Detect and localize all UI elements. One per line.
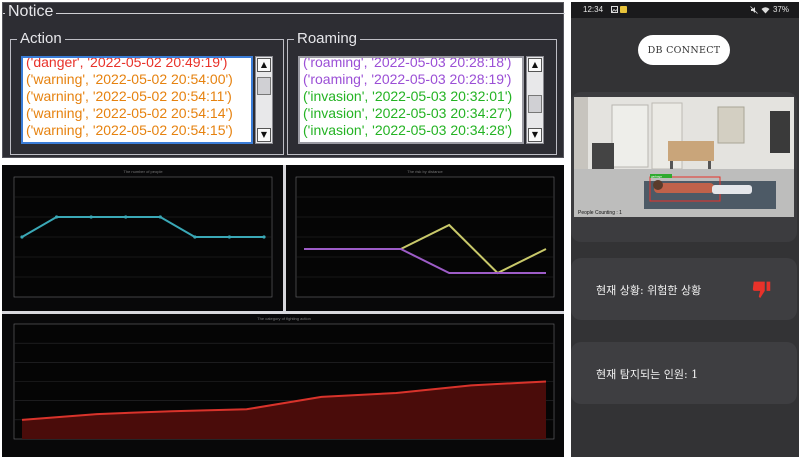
roaming-log-list[interactable]: ('roaming', '2022-05-03 20:28:18') ('roam… [298, 56, 524, 144]
scroll-up-button[interactable]: ▲ [257, 58, 271, 72]
roaming-log-item[interactable]: ('invasion', '2022-05-03 20:34:27') [300, 105, 512, 122]
db-connect-button[interactable]: DB CONNECT [638, 35, 730, 65]
action-log-item[interactable]: ('warning', '2022-05-02 20:54:11') [23, 88, 233, 105]
action-log-item[interactable]: ('warning', '2022-05-02 20:54:14') [23, 105, 233, 122]
status-bar: 12:34 37% [571, 2, 799, 18]
data-point [158, 215, 162, 219]
thumbs-down-icon [752, 281, 771, 299]
triangle-down-icon: ▼ [260, 130, 268, 139]
chart-title: The number of people [123, 169, 163, 174]
app-notification-icon [620, 6, 627, 13]
roaming-title: Roaming [294, 30, 361, 48]
camera-feed: garbage People Counting : 1 [574, 97, 794, 217]
action-log-item[interactable]: ('warning', '2022-05-02 20:54:00') [23, 71, 233, 88]
notice-panel: Notice Action ('danger', '2022-05-02 20:… [2, 2, 565, 158]
data-point [227, 235, 232, 239]
triangle-up-icon: ▲ [260, 60, 268, 69]
image-notification-icon [611, 6, 618, 13]
camera-scene-image: garbage [574, 97, 794, 217]
action-log-item[interactable]: ('warning', '2022-05-02 20:54:15') [23, 122, 233, 139]
chart-divider-vertical [283, 165, 286, 313]
data-point [193, 235, 197, 239]
fighting-action-chart: The category of fighting action [2, 314, 564, 457]
phone-app: 12:34 37% DB CONNECT garbage People Coun… [571, 2, 799, 457]
roaming-log-item[interactable]: ('roaming', '2022-05-03 20:28:19') [300, 71, 512, 88]
action-scrollbar[interactable]: ▲ ▼ [255, 56, 273, 144]
status-card: 현재 상황: 위험한 상황 [571, 258, 797, 320]
charts-panel: The number of people The risk by distanc… [2, 165, 564, 457]
people-counting-caption: People Counting : 1 [578, 210, 622, 216]
action-title: Action [17, 30, 65, 48]
risk-distance-chart-svg: The risk by distance [295, 169, 555, 298]
data-point [20, 235, 24, 239]
wifi-icon [761, 7, 770, 14]
action-group: Action ('danger', '2022-05-02 20:49:19')… [10, 30, 284, 155]
roaming-group: Roaming ('roaming', '2022-05-03 20:28:18… [287, 30, 557, 155]
status-right: 37% [750, 2, 789, 18]
screenshot-root: Notice Action ('danger', '2022-05-02 20:… [0, 0, 801, 459]
situation-text: 현재 상황: 위험한 상황 [596, 284, 702, 297]
data-point [124, 215, 128, 219]
chart-title: The category of fighting action [257, 316, 311, 321]
scroll-down-button[interactable]: ▼ [257, 128, 271, 142]
scroll-up-button[interactable]: ▲ [528, 58, 542, 72]
chart-title: The risk by distance [407, 169, 443, 174]
roaming-log-item[interactable]: ('invasion', '2022-05-03 20:32:01') [300, 88, 512, 105]
risk-distance-chart: The risk by distance [286, 165, 564, 311]
detected-count-text: 현재 탐지되는 인원: 1 [596, 368, 699, 381]
notice-title: Notice [5, 3, 57, 21]
detection-label: garbage [651, 175, 662, 179]
data-point [89, 215, 93, 219]
triangle-down-icon: ▼ [531, 130, 539, 139]
people-count-chart-svg: The number of people [13, 169, 273, 298]
data-point [262, 235, 266, 239]
roaming-scrollbar[interactable]: ▲ ▼ [526, 56, 544, 144]
action-log-lines: ('danger', '2022-05-02 20:49:19') ('warni… [23, 58, 233, 139]
data-point [54, 215, 59, 219]
mute-icon [750, 6, 758, 14]
fighting-action-chart-svg: The category of fighting action [13, 316, 555, 440]
roaming-log-lines: ('roaming', '2022-05-03 20:28:18') ('roam… [300, 58, 512, 139]
roaming-log-item[interactable]: ('roaming', '2022-05-03 20:28:18') [300, 58, 512, 71]
status-time: 12:34 [583, 5, 604, 14]
action-log-list[interactable]: ('danger', '2022-05-02 20:49:19') ('warni… [21, 56, 253, 144]
action-log-item[interactable]: ('danger', '2022-05-02 20:49:19') [23, 58, 233, 71]
scroll-thumb[interactable] [257, 77, 271, 95]
people-count-chart: The number of people [2, 165, 283, 311]
battery-percent: 37% [772, 5, 789, 14]
camera-card: garbage People Counting : 1 [571, 92, 797, 242]
scroll-down-button[interactable]: ▼ [528, 128, 542, 142]
notification-icons [611, 6, 627, 13]
chart-divider-horizontal [2, 311, 564, 314]
roaming-log-item[interactable]: ('invasion', '2022-05-03 20:34:28') [300, 122, 512, 139]
people-count-card: 현재 탐지되는 인원: 1 [571, 342, 797, 404]
triangle-up-icon: ▲ [531, 60, 539, 69]
scroll-thumb[interactable] [528, 95, 542, 113]
